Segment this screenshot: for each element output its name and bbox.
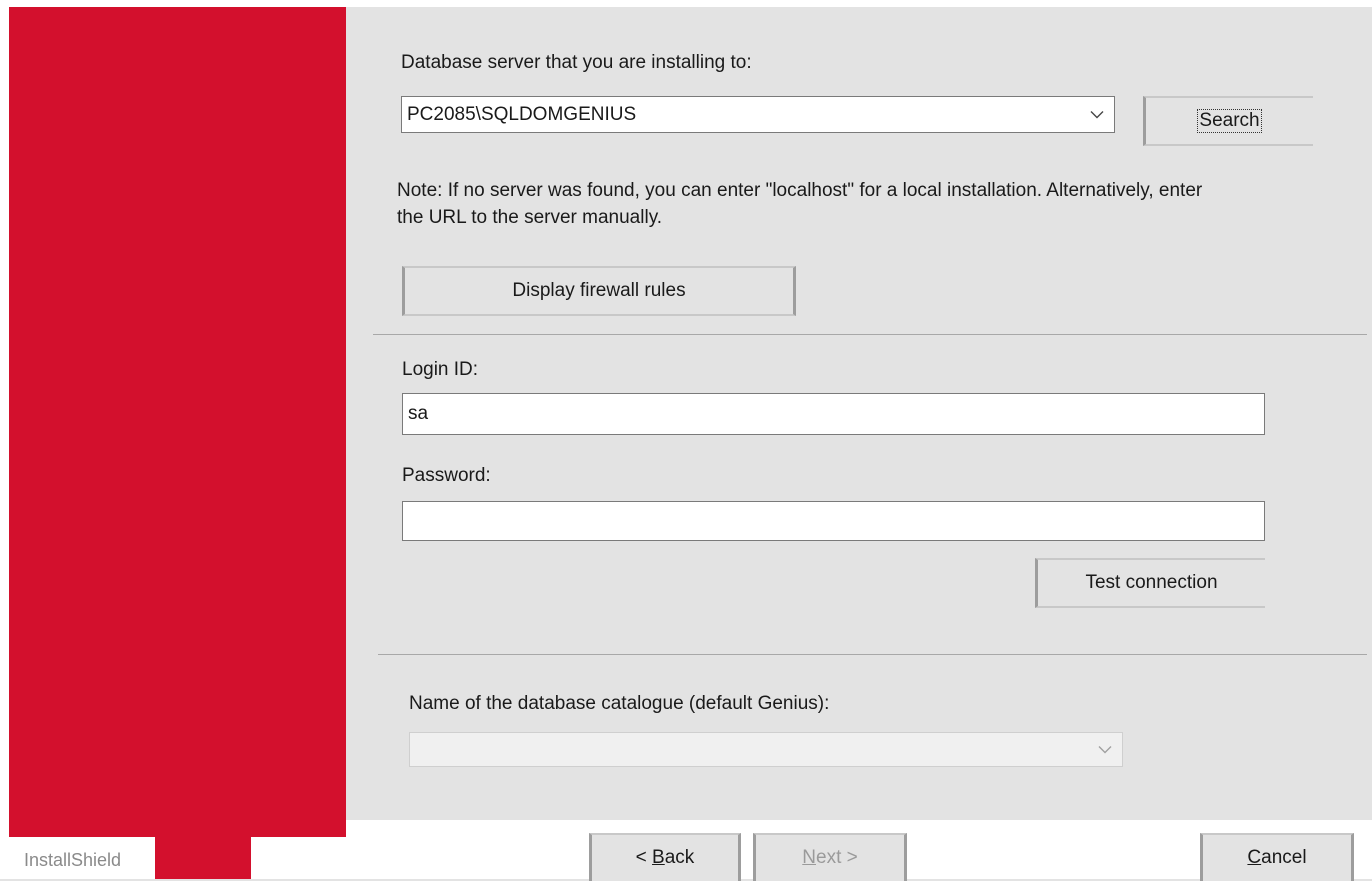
next-button[interactable]: Next > [753, 833, 907, 881]
top-border [0, 0, 1372, 7]
brand-banner-tab [155, 820, 251, 879]
catalogue-select[interactable] [409, 732, 1123, 767]
search-button-label: Search [1197, 109, 1262, 133]
brand-banner [9, 7, 346, 837]
login-id-value: sa [408, 403, 429, 424]
chevron-down-icon [1098, 745, 1112, 753]
display-firewall-rules-label: Display firewall rules [512, 280, 686, 301]
chevron-down-icon [1090, 110, 1104, 118]
left-border [0, 0, 9, 879]
test-connection-button[interactable]: Test connection [1035, 558, 1265, 608]
login-id-label: Login ID: [402, 359, 479, 380]
section-divider-2 [378, 654, 1367, 655]
display-firewall-rules-button[interactable]: Display firewall rules [402, 266, 796, 316]
catalogue-label: Name of the database catalogue (default … [409, 693, 830, 714]
cancel-button[interactable]: Cancel [1200, 833, 1354, 881]
server-select-value: PC2085\SQLDOMGENIUS [407, 103, 637, 125]
server-note-line1: Note: If no server was found, you can en… [397, 180, 1203, 201]
installshield-brand: InstallShield [24, 850, 122, 870]
cancel-button-label: Cancel [1247, 847, 1307, 868]
back-button-label: < Back [635, 847, 695, 868]
test-connection-label: Test connection [1085, 572, 1218, 593]
server-label: Database server that you are installing … [401, 52, 752, 73]
search-button[interactable]: Search [1143, 96, 1313, 146]
server-note-line2: the URL to the server manually. [397, 207, 663, 228]
server-select[interactable]: PC2085\SQLDOMGENIUS [401, 96, 1115, 133]
password-input[interactable] [402, 501, 1265, 541]
section-divider [373, 334, 1367, 335]
next-button-label: Next > [802, 847, 858, 868]
back-button[interactable]: < Back [589, 833, 741, 881]
password-label: Password: [402, 465, 491, 486]
login-id-input[interactable]: sa [402, 393, 1265, 435]
